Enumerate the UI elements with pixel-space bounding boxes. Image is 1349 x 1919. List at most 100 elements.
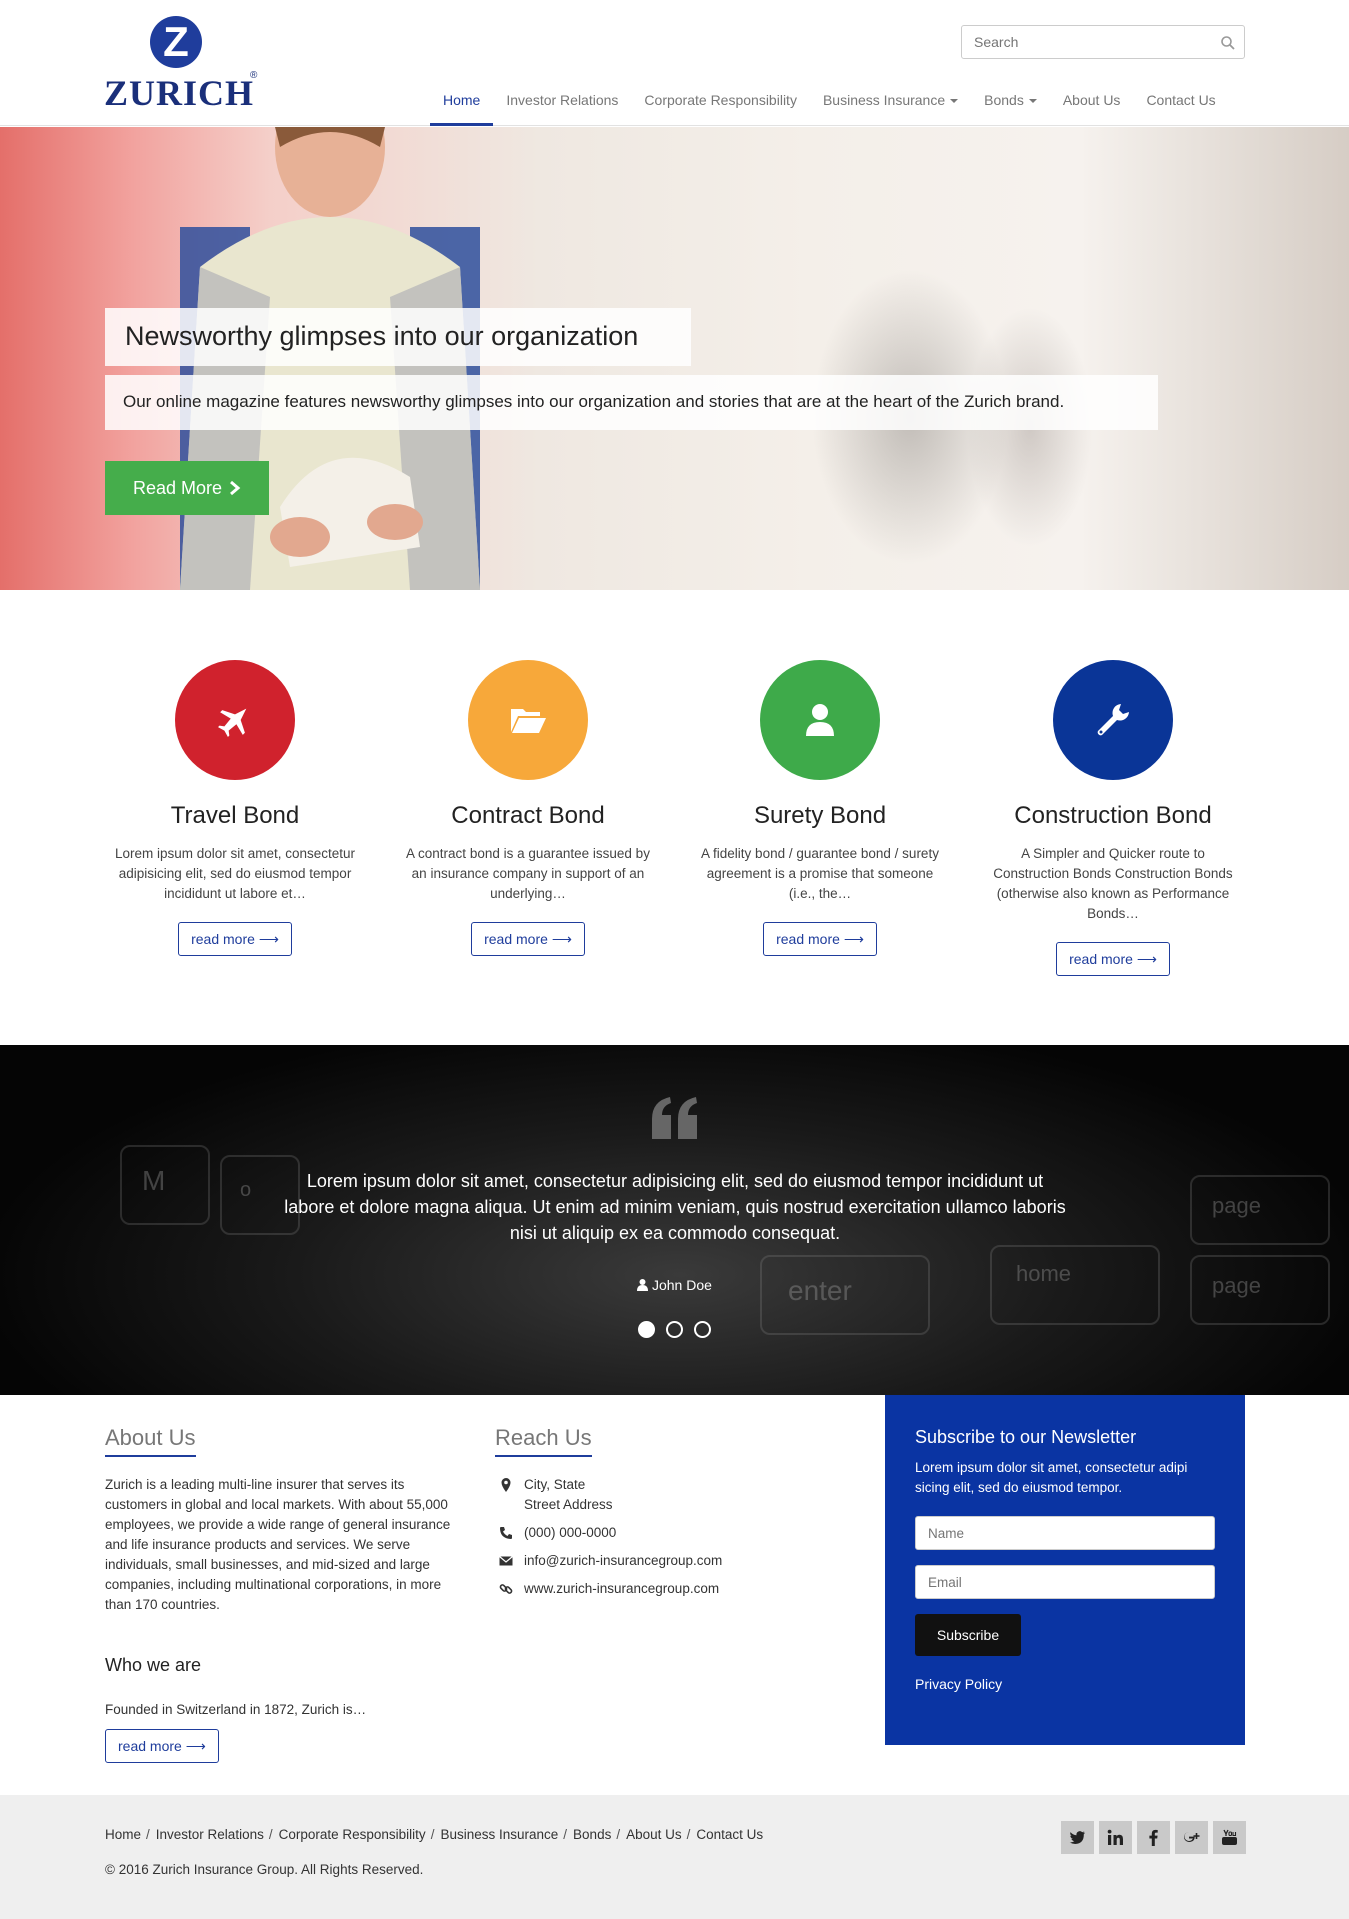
footer-link-corporate-responsibility[interactable]: Corporate Responsibility: [279, 1827, 426, 1842]
search-input[interactable]: [962, 26, 1202, 58]
nav-item-contact-us[interactable]: Contact Us: [1133, 80, 1228, 126]
hero-title-box: Newsworthy glimpses into our organizatio…: [105, 308, 691, 366]
logo-registered-mark: ®: [250, 70, 258, 81]
slider-dot-1[interactable]: [638, 1321, 655, 1338]
nav-label: Bonds: [984, 92, 1024, 108]
linkedin-button[interactable]: [1099, 1821, 1132, 1854]
author-name: John Doe: [651, 1277, 712, 1293]
nav-label: Business Insurance: [822, 92, 946, 108]
feature-icon-circle: [760, 660, 880, 780]
arrow-right-icon: ⟶: [551, 931, 572, 947]
youtube-button[interactable]: [1213, 1821, 1246, 1854]
read-more-button[interactable]: read more ⟶: [1056, 942, 1170, 976]
read-more-button[interactable]: read more ⟶: [763, 922, 877, 956]
read-more-button[interactable]: read more ⟶: [178, 922, 292, 956]
footer-link-home[interactable]: Home: [105, 1827, 141, 1842]
about-us-heading: About Us: [105, 1425, 196, 1457]
phone-text: (000) 000-0000: [524, 1525, 617, 1540]
hero-subtitle: Our online magazine features newsworthy …: [123, 392, 1065, 411]
hero-subtitle-box: Our online magazine features newsworthy …: [105, 375, 1158, 430]
nav-label: Corporate Responsibility: [644, 92, 797, 108]
slider-dots: [638, 1321, 722, 1338]
subscribe-button[interactable]: Subscribe: [915, 1614, 1021, 1656]
feature-title: Contract Bond: [451, 802, 605, 829]
link-icon: [499, 1584, 513, 1594]
nav-label: Contact Us: [1146, 92, 1216, 108]
reach-us-heading: Reach Us: [495, 1425, 592, 1457]
address-line-2: Street Address: [524, 1497, 613, 1512]
keyboard-key-decoration: enter: [760, 1255, 930, 1335]
slider-dot-2[interactable]: [666, 1321, 683, 1338]
folder-open-icon: [511, 709, 546, 733]
twitter-button[interactable]: [1061, 1821, 1094, 1854]
footer-link-about-us[interactable]: About Us: [626, 1827, 682, 1842]
nav-item-corporate-responsibility[interactable]: Corporate Responsibility: [631, 80, 810, 126]
facebook-button[interactable]: [1137, 1821, 1170, 1854]
contact-email[interactable]: info@zurich-insurancegroup.com: [495, 1551, 855, 1571]
nav-item-about-us[interactable]: About Us: [1050, 80, 1134, 126]
read-more-button[interactable]: read more ⟶: [105, 1729, 219, 1763]
bond-features: Travel Bond Lorem ipsum dolor sit amet, …: [0, 590, 1349, 1045]
main-nav: Home Investor Relations Corporate Respon…: [430, 80, 1229, 126]
caret-down-icon: [1028, 99, 1037, 104]
quote-icon: [652, 1097, 697, 1139]
nav-label: Home: [443, 92, 481, 108]
read-more-label: read more: [118, 1738, 182, 1754]
read-more-button[interactable]: Read More: [105, 461, 269, 515]
youtube-icon: [1222, 1829, 1237, 1845]
footer-link-business-insurance[interactable]: Business Insurance: [440, 1827, 558, 1842]
read-more-label: read more: [191, 931, 255, 947]
newsletter-text: Lorem ipsum dolor sit amet, consectetur …: [915, 1460, 1188, 1495]
feature-title: Construction Bond: [1014, 802, 1212, 829]
nav-item-home[interactable]: Home: [430, 80, 494, 126]
nav-item-investor-relations[interactable]: Investor Relations: [493, 80, 631, 126]
contact-list: City, State Street Address (000) 000-000…: [495, 1475, 855, 1599]
copyright-text: © 2016 Zurich Insurance Group. All Right…: [105, 1862, 424, 1877]
link-separator: /: [146, 1827, 150, 1842]
newsletter-panel: Subscribe to our Newsletter Lorem ipsum …: [885, 1395, 1245, 1745]
read-more-button[interactable]: read more ⟶: [471, 922, 585, 956]
phone-icon: [500, 1527, 512, 1539]
newsletter-title: Subscribe to our Newsletter: [915, 1427, 1137, 1447]
google-plus-button[interactable]: [1175, 1821, 1208, 1854]
zurich-logo[interactable]: Z ZURICH ®: [104, 14, 264, 114]
feature-icon-circle: [1053, 660, 1173, 780]
chevron-right-icon: [230, 480, 241, 496]
footer-link-contact-us[interactable]: Contact Us: [696, 1827, 763, 1842]
nav-item-business-insurance[interactable]: Business Insurance: [810, 80, 971, 126]
link-separator: /: [616, 1827, 621, 1842]
feature-text: A fidelity bond / guarantee bond / suret…: [701, 846, 939, 901]
site-footer: Home / Investor Relations / Corporate Resp…: [0, 1795, 1349, 1919]
search-box: [961, 25, 1245, 59]
link-separator: /: [430, 1827, 435, 1842]
keyboard-key-decoration: page: [1190, 1175, 1330, 1245]
logo-wordmark: ZURICH: [104, 73, 255, 113]
contact-website[interactable]: www.zurich-insurancegroup.com: [495, 1579, 855, 1599]
facebook-icon: [1149, 1829, 1158, 1846]
wrench-icon: [1097, 704, 1129, 736]
testimonial-author: John Doe: [0, 1277, 1349, 1293]
search-icon[interactable]: [1220, 35, 1236, 51]
testimonial-slider: M o enter home page page Lorem ipsum dol…: [0, 1045, 1349, 1395]
footer-link-investor-relations[interactable]: Investor Relations: [156, 1827, 264, 1842]
read-more-label: read more: [776, 931, 840, 947]
name-field[interactable]: [915, 1516, 1215, 1550]
envelope-icon: [499, 1556, 513, 1566]
website-text: www.zurich-insurancegroup.com: [524, 1581, 720, 1596]
feature-contract-bond: Contract Bond A contract bond is a guara…: [398, 660, 658, 956]
feature-surety-bond: Surety Bond A fidelity bond / guarantee …: [690, 660, 950, 956]
logo-mark: Z: [150, 16, 202, 68]
privacy-policy-link[interactable]: Privacy Policy: [915, 1676, 1215, 1692]
hero-title: Newsworthy glimpses into our organizatio…: [125, 321, 639, 351]
slider-dot-3[interactable]: [694, 1321, 711, 1338]
social-links: [1061, 1821, 1251, 1854]
arrow-right-icon: ⟶: [258, 931, 279, 947]
email-text: info@zurich-insurancegroup.com: [524, 1553, 723, 1568]
contact-address: City, State Street Address: [495, 1475, 855, 1515]
feature-text: A contract bond is a guarantee issued by…: [406, 846, 650, 901]
email-field[interactable]: [915, 1565, 1215, 1599]
read-more-label: read more: [1069, 951, 1133, 967]
footer-link-bonds[interactable]: Bonds: [573, 1827, 611, 1842]
footer-info: About Us Zurich is a leading multi-line …: [0, 1395, 1349, 1795]
nav-item-bonds[interactable]: Bonds: [971, 80, 1050, 126]
